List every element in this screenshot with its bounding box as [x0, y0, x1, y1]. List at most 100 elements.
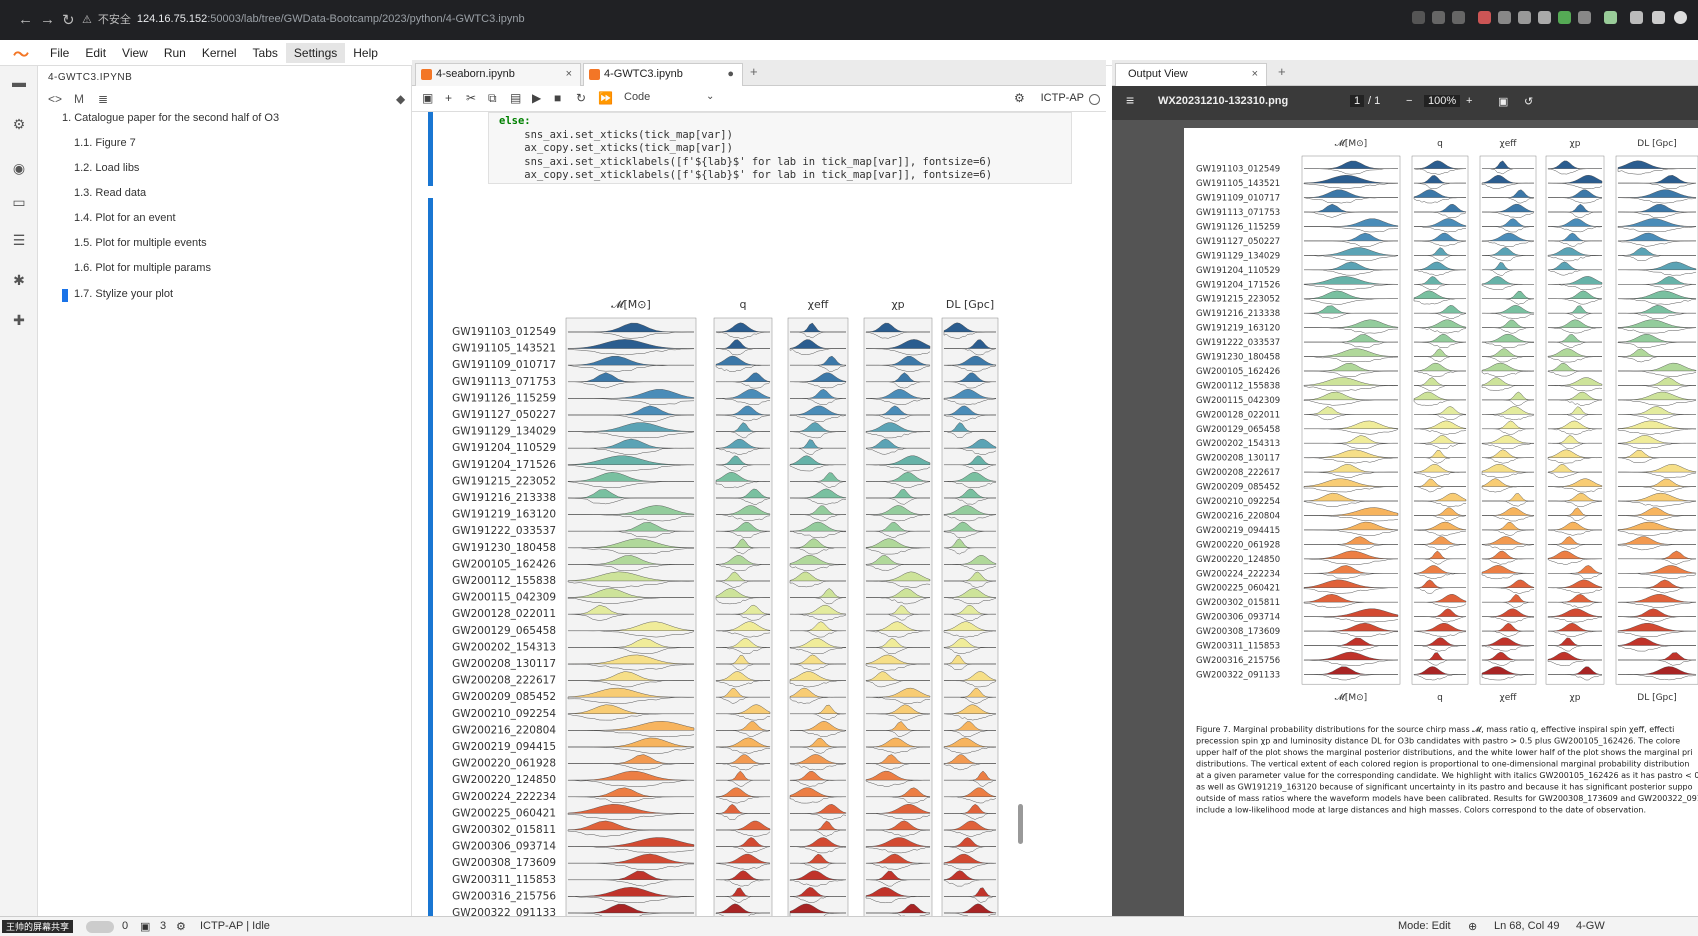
event-label: GW191105_143521 [1196, 179, 1280, 189]
menu-icon[interactable]: ≡ [1126, 92, 1134, 108]
extension-icon[interactable] [1518, 11, 1531, 24]
toc-item[interactable]: 1.4. Plot for an event [74, 212, 176, 224]
column-title: χp [891, 298, 904, 311]
reload-icon[interactable]: ↻ [62, 11, 75, 29]
menu-help[interactable]: Help [345, 43, 386, 63]
running-icon[interactable]: ⚙ [11, 116, 27, 132]
cell-type-select[interactable]: Code [624, 91, 650, 103]
insert-cell-icon[interactable]: + [445, 91, 452, 105]
event-label: GW200225_060421 [1196, 584, 1280, 594]
column-title: DL [Gpc] [946, 298, 994, 311]
extension-icon[interactable] [1538, 11, 1551, 24]
toc-icon[interactable]: ☰ [11, 232, 27, 248]
commands-icon[interactable]: ▭ [11, 194, 27, 210]
toc-item[interactable]: 1.7. Stylize your plot [74, 288, 173, 300]
extension-icon[interactable] [1604, 11, 1617, 24]
event-label: GW200302_015811 [452, 824, 556, 836]
folder-icon[interactable]: ▬ [11, 74, 27, 90]
toc-item[interactable]: 1. Catalogue paper for the second half o… [62, 112, 279, 124]
event-label: GW200316_215756 [452, 890, 556, 902]
toc-item[interactable]: 1.1. Figure 7 [74, 137, 136, 149]
event-label: GW200210_092254 [452, 708, 556, 720]
event-label: GW191204_171526 [452, 459, 556, 471]
close-icon[interactable]: × [1252, 64, 1258, 85]
menu-run[interactable]: Run [156, 43, 194, 63]
code-toggle-icon[interactable]: <> [48, 92, 62, 106]
event-label: GW191103_012549 [452, 326, 556, 338]
tab-output-view[interactable]: Output View × [1115, 63, 1267, 86]
zoom-level[interactable]: 100% [1424, 95, 1461, 107]
event-label: GW200202_154313 [1196, 439, 1280, 449]
extension-icon[interactable] [1558, 11, 1571, 24]
figure-caption-line: as well as GW191219_163120 because of si… [1196, 783, 1693, 792]
event-label: GW200209_085452 [452, 691, 556, 703]
figure-caption-line: outside of mass ratios where the wavefor… [1196, 794, 1698, 803]
notebook-toolbar: ▣ + ✂ ⧉ ▤ ▶ ■ ↻ ⏩ Code ⌄ ⚙ ICTP-AP [412, 86, 1106, 112]
run-all-icon[interactable]: ⏩ [598, 91, 613, 105]
tag-icon[interactable]: ◆ [396, 92, 405, 106]
extension-icon[interactable] [1498, 11, 1511, 24]
event-label: GW191204_110529 [1196, 266, 1280, 276]
toc-item[interactable]: 1.6. Plot for multiple params [74, 262, 211, 274]
puzzle-icon[interactable] [1630, 11, 1643, 24]
chevron-down-icon[interactable]: ⌄ [706, 91, 714, 102]
extension-icon[interactable] [1578, 11, 1591, 24]
stop-icon[interactable]: ◉ [11, 160, 27, 176]
extension-icon[interactable] [1478, 11, 1491, 24]
left-activity-bar: ▬ ⚙ ◉ ▭ ☰ ✱ ✚ [0, 66, 38, 916]
image-viewer: 𝓜[M⊙] 𝓜[M⊙] q q χeff χeff χp χp DL [Gpc] DL [Gpc]… [1112, 120, 1698, 916]
menu-kernel[interactable]: Kernel [194, 43, 245, 63]
paste-icon[interactable]: ▤ [510, 91, 521, 105]
forward-icon[interactable]: → [40, 11, 55, 28]
cut-icon[interactable]: ✂ [466, 91, 476, 105]
column-title-bottom: χeff [1500, 693, 1518, 703]
event-label: GW200322_091133 [1196, 670, 1280, 680]
kernel-name[interactable]: ICTP-AP [1041, 92, 1084, 104]
close-icon[interactable]: × [566, 64, 572, 85]
save-icon[interactable]: ▣ [422, 91, 433, 105]
unsaved-dot-icon[interactable]: ● [727, 64, 734, 85]
address-bar[interactable]: ⚠ 不安全 124.16.75.152 :50003/lab/tree/GWDa… [82, 8, 1382, 30]
menu-file[interactable]: File [42, 43, 77, 63]
zoom-icon[interactable] [1412, 11, 1425, 24]
code-cell-editor[interactable]: else: sns_axi.set_xticks(tick_map[var]) … [488, 112, 1072, 184]
stop-icon[interactable]: ■ [554, 91, 561, 105]
zoom-out-icon[interactable]: − [1406, 95, 1412, 107]
share-icon[interactable] [1432, 11, 1445, 24]
scrollbar-thumb[interactable] [1018, 804, 1023, 844]
settings-gear-icon[interactable]: ⚙ [1014, 91, 1025, 105]
page-number-input[interactable]: 1 [1350, 95, 1365, 107]
tab-gwtc3[interactable]: 4-GWTC3.ipynb ● [583, 63, 743, 86]
cursor-position[interactable]: Ln 68, Col 49 [1494, 920, 1559, 932]
toc-item[interactable]: 1.5. Plot for multiple events [74, 237, 207, 249]
run-icon[interactable]: ▶ [532, 91, 541, 105]
extensions-icon[interactable]: ✚ [11, 312, 27, 328]
menu-edit[interactable]: Edit [77, 43, 114, 63]
menu-tabs[interactable]: Tabs [245, 43, 286, 63]
rotate-icon[interactable]: ↺ [1524, 95, 1533, 108]
event-label: GW191127_050227 [452, 409, 556, 421]
fit-page-icon[interactable]: ▣ [1498, 95, 1508, 108]
simple-mode-toggle[interactable] [86, 921, 114, 933]
markdown-toggle-icon[interactable]: M [74, 92, 84, 106]
notebook-icon [589, 69, 600, 80]
numbering-toggle-icon[interactable]: ≣ [98, 92, 108, 106]
kernel-status[interactable]: ICTP-AP | Idle [200, 920, 270, 932]
toc-item[interactable]: 1.2. Load libs [74, 162, 139, 174]
menu-view[interactable]: View [114, 43, 156, 63]
toc-item[interactable]: 1.3. Read data [74, 187, 146, 199]
sidebar-icon[interactable] [1652, 11, 1665, 24]
copy-icon[interactable]: ⧉ [488, 91, 497, 106]
bookmark-icon[interactable] [1452, 11, 1465, 24]
add-tab-icon[interactable]: + [750, 64, 758, 79]
add-tab-icon[interactable]: + [1278, 64, 1286, 79]
zoom-in-icon[interactable]: + [1466, 95, 1472, 107]
debugger-icon[interactable]: ✱ [11, 272, 27, 288]
figure-caption-line: distributions. The vertical extent of ea… [1196, 760, 1689, 769]
tab-seaborn[interactable]: 4-seaborn.ipynb × [415, 63, 581, 86]
profile-avatar[interactable] [1674, 11, 1687, 24]
menu-settings[interactable]: Settings [285, 42, 346, 63]
event-label: GW200219_094415 [1196, 526, 1280, 536]
restart-icon[interactable]: ↻ [576, 91, 586, 105]
back-icon[interactable]: ← [18, 11, 33, 28]
